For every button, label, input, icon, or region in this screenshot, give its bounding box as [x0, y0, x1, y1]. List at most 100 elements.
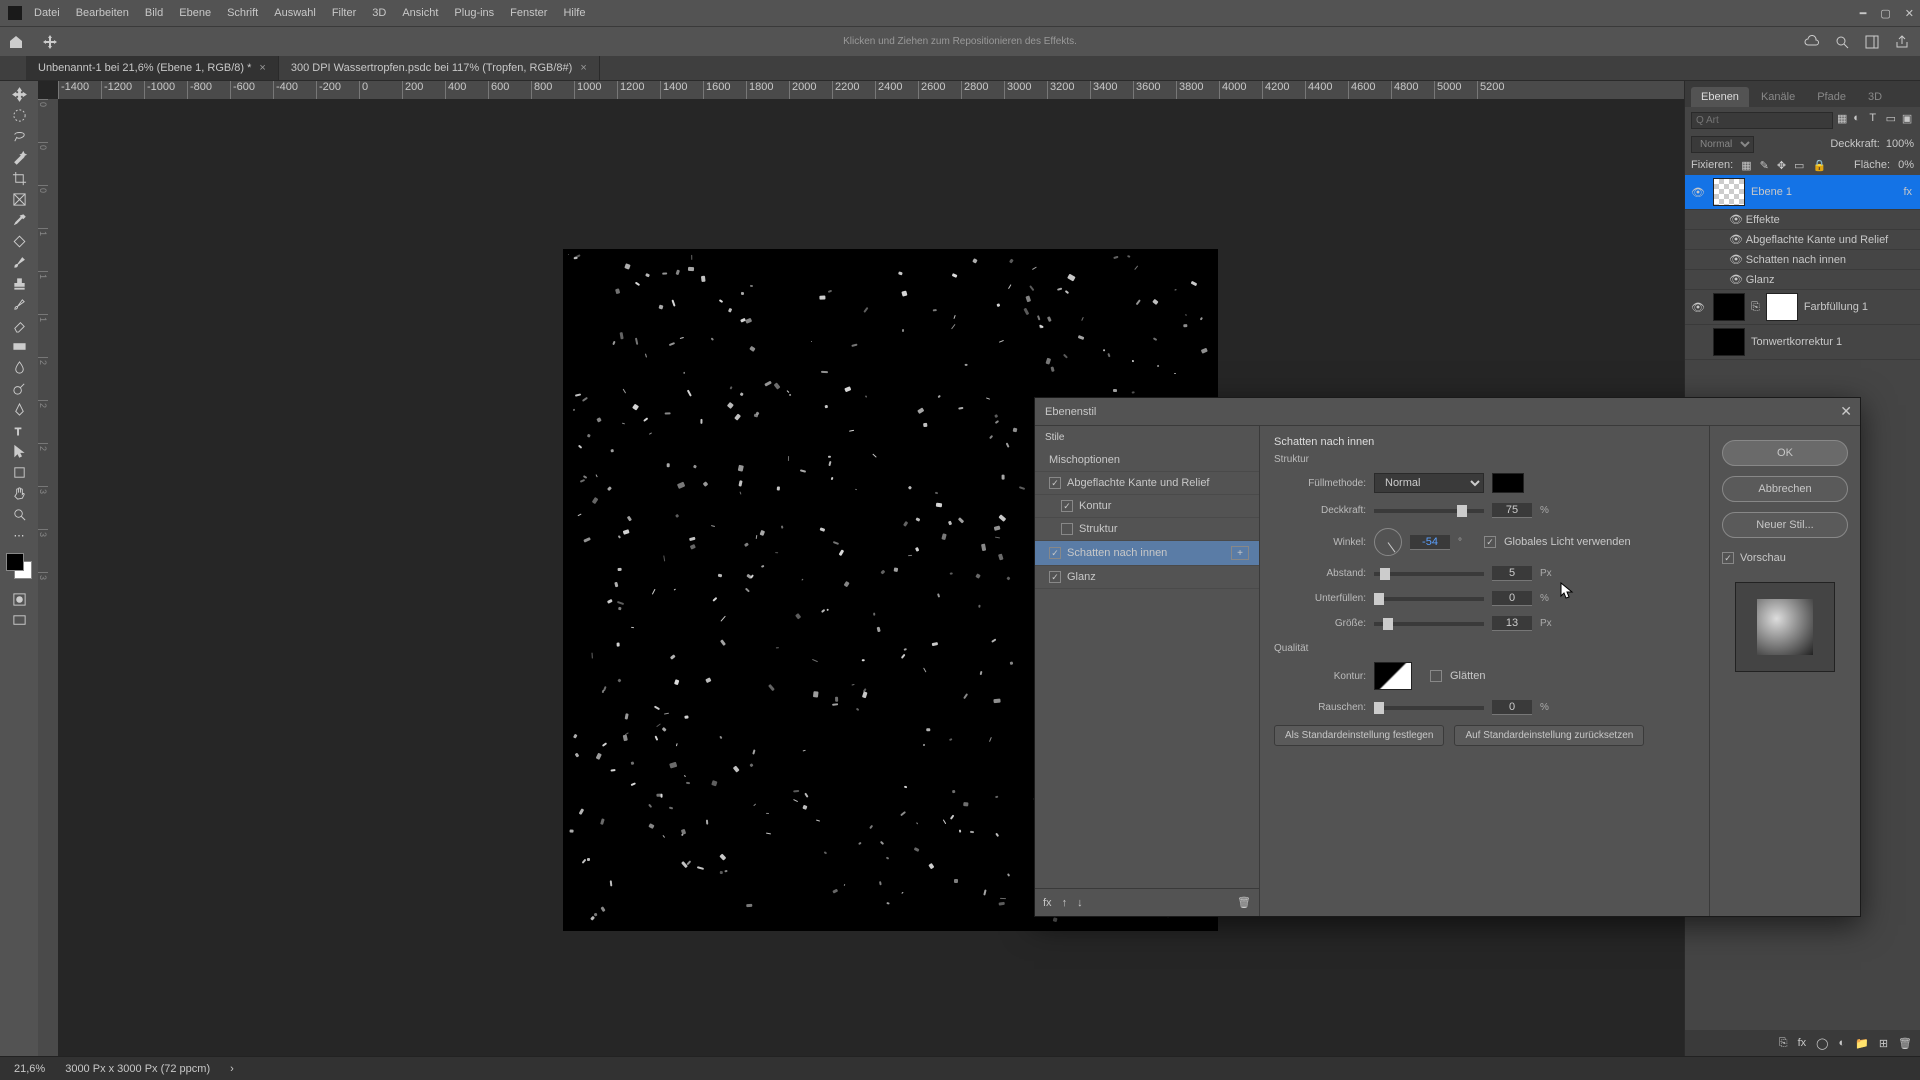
path-select-tool[interactable]	[5, 442, 33, 460]
chevron-right-icon[interactable]: ›	[230, 1063, 234, 1075]
lock-pixels-icon[interactable]: ▦	[1741, 159, 1751, 172]
doc-dimensions[interactable]: 3000 Px x 3000 Px (72 ppcm)	[65, 1063, 210, 1075]
checkbox-icon[interactable]: ✓	[1061, 500, 1073, 512]
menu-3d[interactable]: 3D	[372, 7, 386, 19]
menu-hilfe[interactable]: Hilfe	[563, 7, 585, 19]
choke-input[interactable]	[1492, 591, 1532, 606]
group-icon[interactable]: 📁	[1855, 1037, 1869, 1050]
lasso-tool[interactable]	[5, 127, 33, 145]
noise-input[interactable]	[1492, 700, 1532, 715]
pen-tool[interactable]	[5, 400, 33, 418]
angle-input[interactable]	[1410, 535, 1450, 550]
lock-move-icon[interactable]: ✥	[1777, 159, 1786, 172]
visibility-icon[interactable]: 👁	[1729, 253, 1743, 266]
checkbox-icon[interactable]	[1061, 523, 1073, 535]
visibility-icon[interactable]: 👁	[1729, 233, 1743, 246]
gradient-tool[interactable]	[5, 337, 33, 355]
trash-icon[interactable]: 🗑	[1237, 896, 1251, 909]
window-minimize-icon[interactable]: ━	[1860, 7, 1867, 20]
size-slider[interactable]	[1374, 622, 1484, 626]
close-icon[interactable]: ✕	[1840, 403, 1852, 420]
quickmask-tool[interactable]	[5, 590, 33, 608]
visibility-icon[interactable]: 👁	[1729, 213, 1743, 226]
blending-options[interactable]: Mischoptionen	[1035, 449, 1259, 472]
eyedropper-tool[interactable]	[5, 211, 33, 229]
ok-button[interactable]: OK	[1722, 440, 1848, 466]
fx-icon[interactable]: fx	[1798, 1037, 1807, 1049]
style-struktur[interactable]: Struktur	[1035, 518, 1259, 541]
style-glanz[interactable]: ✓ Glanz	[1035, 566, 1259, 589]
search-icon[interactable]	[1834, 34, 1850, 50]
shape-tool[interactable]	[5, 463, 33, 481]
add-effect-icon[interactable]: +	[1231, 546, 1249, 560]
tab-kanaele[interactable]: Kanäle	[1751, 87, 1805, 107]
visibility-icon[interactable]: 👁	[1729, 273, 1743, 286]
move-up-icon[interactable]: ↑	[1062, 897, 1068, 909]
effect-satin[interactable]: 👁 Glanz	[1685, 270, 1920, 290]
close-icon[interactable]: ×	[259, 62, 265, 74]
color-swatches[interactable]	[6, 553, 32, 579]
type-tool[interactable]: T	[5, 421, 33, 439]
layer-tonwertkorrektur[interactable]: Tonwertkorrektur 1	[1685, 325, 1920, 360]
close-icon[interactable]: ×	[580, 62, 586, 74]
style-kontur[interactable]: ✓ Kontur	[1035, 495, 1259, 518]
antialias-checkbox[interactable]	[1430, 670, 1442, 682]
menu-auswahl[interactable]: Auswahl	[274, 7, 316, 19]
filter-image-icon[interactable]: ▦	[1837, 112, 1849, 128]
marquee-tool[interactable]	[5, 106, 33, 124]
menu-bearbeiten[interactable]: Bearbeiten	[76, 7, 129, 19]
tab-ebenen[interactable]: Ebenen	[1691, 87, 1749, 107]
effects-group[interactable]: 👁 Effekte	[1685, 210, 1920, 230]
mask-icon[interactable]: ◯	[1816, 1037, 1828, 1050]
layer-thumb[interactable]	[1713, 178, 1745, 206]
menu-datei[interactable]: Datei	[34, 7, 60, 19]
opacity-slider[interactable]	[1374, 509, 1484, 513]
choke-slider[interactable]	[1374, 597, 1484, 601]
layer-thumb[interactable]	[1713, 328, 1745, 356]
dodge-tool[interactable]	[5, 379, 33, 397]
opacity-value[interactable]: 100%	[1886, 138, 1914, 150]
menu-filter[interactable]: Filter	[332, 7, 356, 19]
new-style-button[interactable]: Neuer Stil...	[1722, 512, 1848, 538]
share-icon[interactable]	[1894, 34, 1910, 50]
menu-plugins[interactable]: Plug-ins	[454, 7, 494, 19]
window-close-icon[interactable]: ✕	[1905, 7, 1914, 20]
eraser-tool[interactable]	[5, 316, 33, 334]
hand-tool[interactable]	[5, 484, 33, 502]
angle-dial[interactable]	[1374, 528, 1402, 556]
filter-type-icon[interactable]: T	[1869, 112, 1881, 128]
move-tool-icon[interactable]	[42, 34, 58, 50]
menu-schrift[interactable]: Schrift	[227, 7, 258, 19]
stamp-tool[interactable]	[5, 274, 33, 292]
menu-ansicht[interactable]: Ansicht	[402, 7, 438, 19]
cancel-button[interactable]: Abbrechen	[1722, 476, 1848, 502]
home-icon[interactable]	[8, 34, 24, 50]
workspace-icon[interactable]	[1864, 34, 1880, 50]
cloud-icon[interactable]	[1804, 34, 1820, 50]
filter-shape-icon[interactable]: ▭	[1886, 112, 1898, 128]
filter-smart-icon[interactable]: ▣	[1902, 112, 1914, 128]
make-default-button[interactable]: Als Standardeinstellung festlegen	[1274, 725, 1444, 746]
filter-adjust-icon[interactable]: ◐	[1853, 112, 1865, 128]
reset-default-button[interactable]: Auf Standardeinstellung zurücksetzen	[1454, 725, 1644, 746]
tab-pfade[interactable]: Pfade	[1807, 87, 1856, 107]
move-tool[interactable]	[5, 85, 33, 103]
layer-filter-input[interactable]	[1691, 112, 1833, 129]
mask-thumb[interactable]	[1766, 293, 1798, 321]
trash-icon[interactable]: 🗑	[1898, 1037, 1912, 1050]
opacity-input[interactable]	[1492, 503, 1532, 518]
menu-ebene[interactable]: Ebene	[179, 7, 211, 19]
link-icon[interactable]: ⎘	[1751, 301, 1760, 314]
move-down-icon[interactable]: ↓	[1077, 897, 1083, 909]
visibility-icon[interactable]: 👁	[1689, 301, 1707, 314]
effect-inner-shadow[interactable]: 👁 Schatten nach innen	[1685, 250, 1920, 270]
fx-badge[interactable]: fx	[1903, 186, 1912, 198]
screenmode-tool[interactable]	[5, 611, 33, 629]
preview-checkbox[interactable]: ✓	[1722, 552, 1734, 564]
crop-tool[interactable]	[5, 169, 33, 187]
menu-fenster[interactable]: Fenster	[510, 7, 547, 19]
global-light-checkbox[interactable]: ✓	[1484, 536, 1496, 548]
checkbox-icon[interactable]: ✓	[1049, 571, 1061, 583]
fx-menu-icon[interactable]: fx	[1043, 897, 1052, 909]
menu-bild[interactable]: Bild	[145, 7, 163, 19]
